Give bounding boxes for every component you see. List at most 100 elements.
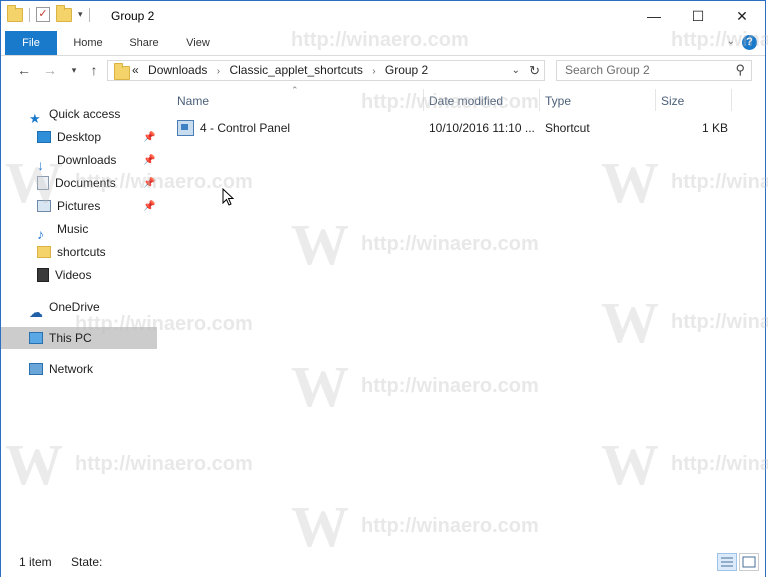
file-type: Shortcut — [545, 121, 590, 135]
sidebar-item-label: Music — [57, 222, 89, 236]
explorer-window: ✓ ▾ Group 2 — ☐ ✕ File Home Share View ⌄… — [0, 0, 768, 577]
back-arrow-icon[interactable]: ← — [15, 61, 33, 79]
file-name: 4 - Control Panel — [200, 121, 291, 135]
item-count: 1 item — [19, 555, 52, 569]
state-label: State: — [71, 555, 103, 569]
column-header-size[interactable]: Size — [661, 90, 684, 112]
pin-icon: 📌 — [143, 201, 156, 212]
column-divider[interactable] — [655, 89, 656, 111]
refresh-icon[interactable]: ↻ — [529, 61, 540, 80]
minimize-button[interactable]: — — [631, 1, 677, 31]
column-header-date-modified[interactable]: Date modified — [429, 90, 503, 112]
file-name-cell: 4 - Control Panel — [177, 117, 290, 139]
breadcrumb-group-2[interactable]: Group 2 — [385, 63, 428, 77]
pin-icon: 📌 — [143, 132, 156, 143]
tab-file[interactable]: File — [5, 31, 57, 55]
properties-icon[interactable]: ✓ — [36, 7, 50, 22]
sidebar-item-quick-access[interactable]: ★ Quick access — [29, 103, 121, 126]
pin-icon: 📌 — [143, 178, 156, 189]
sidebar-item-music[interactable]: ♪ Music — [37, 218, 89, 242]
ribbon-tabs: File Home Share View ⌄ ? — [1, 31, 765, 56]
sidebar-item-label: Network — [49, 362, 94, 376]
address-bar[interactable]: « Downloads › Classic_applet_shortcuts ›… — [107, 60, 545, 81]
sidebar-item-documents[interactable]: Documents — [37, 172, 116, 194]
sidebar-item-downloads[interactable]: ↓ Downloads — [37, 149, 117, 173]
search-icon[interactable]: ⚲ — [735, 62, 745, 78]
column-header-name[interactable]: Name — [177, 90, 209, 112]
expand-ribbon-chevron-icon[interactable]: ⌄ — [727, 36, 735, 47]
chevron-right-icon[interactable]: › — [217, 66, 220, 77]
status-bar: 1 item State: — [1, 549, 765, 577]
close-button[interactable]: ✕ — [719, 1, 765, 31]
quick-access-toolbar: ✓ ▾ — [7, 4, 90, 22]
file-size: 1 KB — [702, 121, 729, 135]
sidebar-item-label: Desktop — [57, 130, 102, 144]
large-icons-view-button[interactable] — [739, 553, 759, 571]
search-placeholder: Search Group 2 — [565, 63, 650, 77]
maximize-button[interactable]: ☐ — [675, 1, 721, 31]
toolbar-divider — [29, 7, 30, 22]
sidebar-item-label: This PC — [49, 331, 92, 345]
details-view-button[interactable] — [717, 553, 737, 571]
up-arrow-icon[interactable]: ↑ — [85, 61, 103, 79]
tab-home[interactable]: Home — [67, 31, 109, 55]
sidebar-item-label: Quick access — [49, 107, 121, 121]
address-row: ← → ▾ ↑ « Downloads › Classic_applet_sho… — [1, 57, 765, 85]
chevron-right-icon[interactable]: › — [372, 66, 375, 77]
download-arrow-icon: ↓ — [37, 156, 44, 173]
mouse-cursor-icon — [222, 188, 234, 206]
network-icon — [29, 362, 43, 375]
file-date: 10/10/2016 11:10 ... — [429, 121, 535, 135]
new-folder-icon[interactable] — [56, 4, 72, 22]
breadcrumb-classic-applet-shortcuts[interactable]: Classic_applet_shortcuts — [229, 63, 362, 77]
column-header-type[interactable]: Type — [545, 90, 571, 112]
recent-locations-chevron-icon[interactable]: ▾ — [65, 61, 83, 79]
folder-icon — [37, 245, 51, 258]
large-icons-view-icon — [742, 556, 756, 568]
search-input[interactable]: Search Group 2 ⚲ — [556, 60, 752, 81]
folder-icon — [114, 63, 130, 80]
breadcrumb: « Downloads › Classic_applet_shortcuts ›… — [132, 61, 434, 80]
control-panel-icon — [177, 119, 194, 136]
customize-toolbar-chevron-icon[interactable]: ▾ — [78, 9, 83, 20]
sidebar-item-pictures[interactable]: Pictures — [37, 195, 100, 217]
videos-icon — [37, 267, 49, 282]
file-list: ⌃ Name Date modified Type Size 4 - Contr… — [161, 85, 767, 545]
folder-icon — [7, 4, 23, 22]
address-history-chevron-icon[interactable]: ⌄ — [512, 61, 520, 80]
sidebar-item-videos[interactable]: Videos — [37, 264, 91, 286]
sidebar-item-label: Downloads — [57, 153, 117, 167]
file-row[interactable]: 4 - Control Panel 10/10/2016 11:10 ... S… — [175, 117, 745, 139]
sidebar-item-network[interactable]: Network — [29, 358, 93, 380]
sidebar-item-onedrive[interactable]: ☁ OneDrive — [29, 296, 100, 320]
help-icon[interactable]: ? — [742, 35, 757, 50]
title-bar: ✓ ▾ Group 2 — ☐ ✕ — [1, 1, 765, 31]
breadcrumb-overflow[interactable]: « — [132, 63, 139, 77]
sidebar-item-label: Documents — [55, 176, 116, 190]
sidebar-item-label: Pictures — [57, 199, 101, 213]
tab-share[interactable]: Share — [123, 31, 165, 55]
column-divider[interactable] — [423, 89, 424, 111]
documents-icon — [37, 175, 49, 190]
sidebar-item-this-pc[interactable]: This PC — [1, 327, 157, 349]
column-divider[interactable] — [539, 89, 540, 111]
breadcrumb-downloads[interactable]: Downloads — [148, 63, 207, 77]
sort-ascending-icon: ⌃ — [291, 85, 299, 95]
toolbar-divider — [88, 7, 90, 22]
pictures-icon — [37, 199, 51, 212]
forward-arrow-icon[interactable]: → — [41, 61, 59, 79]
music-note-icon: ♪ — [37, 225, 44, 242]
window-title: Group 2 — [111, 9, 155, 23]
sidebar-item-label: OneDrive — [49, 300, 100, 314]
sidebar-item-shortcuts[interactable]: shortcuts — [37, 241, 106, 263]
sidebar-item-desktop[interactable]: Desktop — [37, 126, 101, 148]
computer-icon — [29, 331, 43, 344]
sidebar-item-label: Videos — [55, 268, 92, 282]
tab-view[interactable]: View — [177, 31, 219, 55]
sidebar-item-label: shortcuts — [57, 245, 106, 259]
navigation-pane: ★ Quick access Desktop 📌 ↓ Downloads 📌 Doc… — [1, 89, 157, 549]
column-divider[interactable] — [731, 89, 732, 111]
desktop-icon — [37, 130, 51, 143]
star-icon: ★ — [29, 110, 41, 126]
pin-icon: 📌 — [143, 155, 156, 166]
